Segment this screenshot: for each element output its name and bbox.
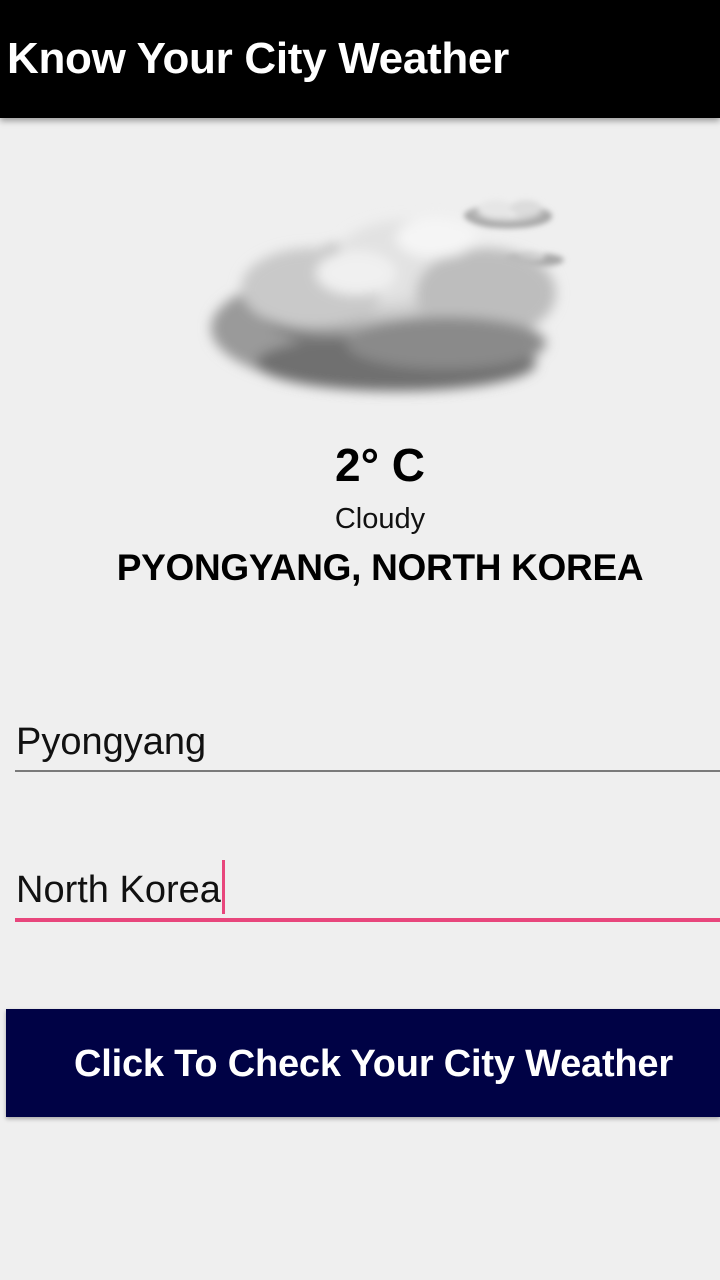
country-input-value: North Korea [16, 869, 221, 911]
condition-label: Cloudy [334, 503, 426, 535]
weather-app-screen: Know Your City Weather 2° C Cloudy PYONG… [0, 0, 720, 1280]
country-input-underline [15, 918, 720, 922]
check-weather-button-label: Click To Check Your City Weather [74, 1043, 673, 1085]
app-bar: Know Your City Weather [0, 0, 720, 118]
cloudy-cloud-icon [211, 200, 564, 391]
country-input[interactable]: North Korea [15, 858, 720, 922]
text-cursor [221, 860, 225, 914]
temperature-label: 2° C [335, 439, 425, 491]
location-label: PYONGYANG, NORTH KOREA [116, 547, 644, 588]
city-input[interactable]: Pyongyang [15, 708, 720, 772]
city-input-value: Pyongyang [16, 721, 207, 763]
app-title: Know Your City Weather [7, 34, 509, 83]
check-weather-button[interactable]: Click To Check Your City Weather [6, 1009, 720, 1117]
city-input-underline [15, 770, 720, 772]
